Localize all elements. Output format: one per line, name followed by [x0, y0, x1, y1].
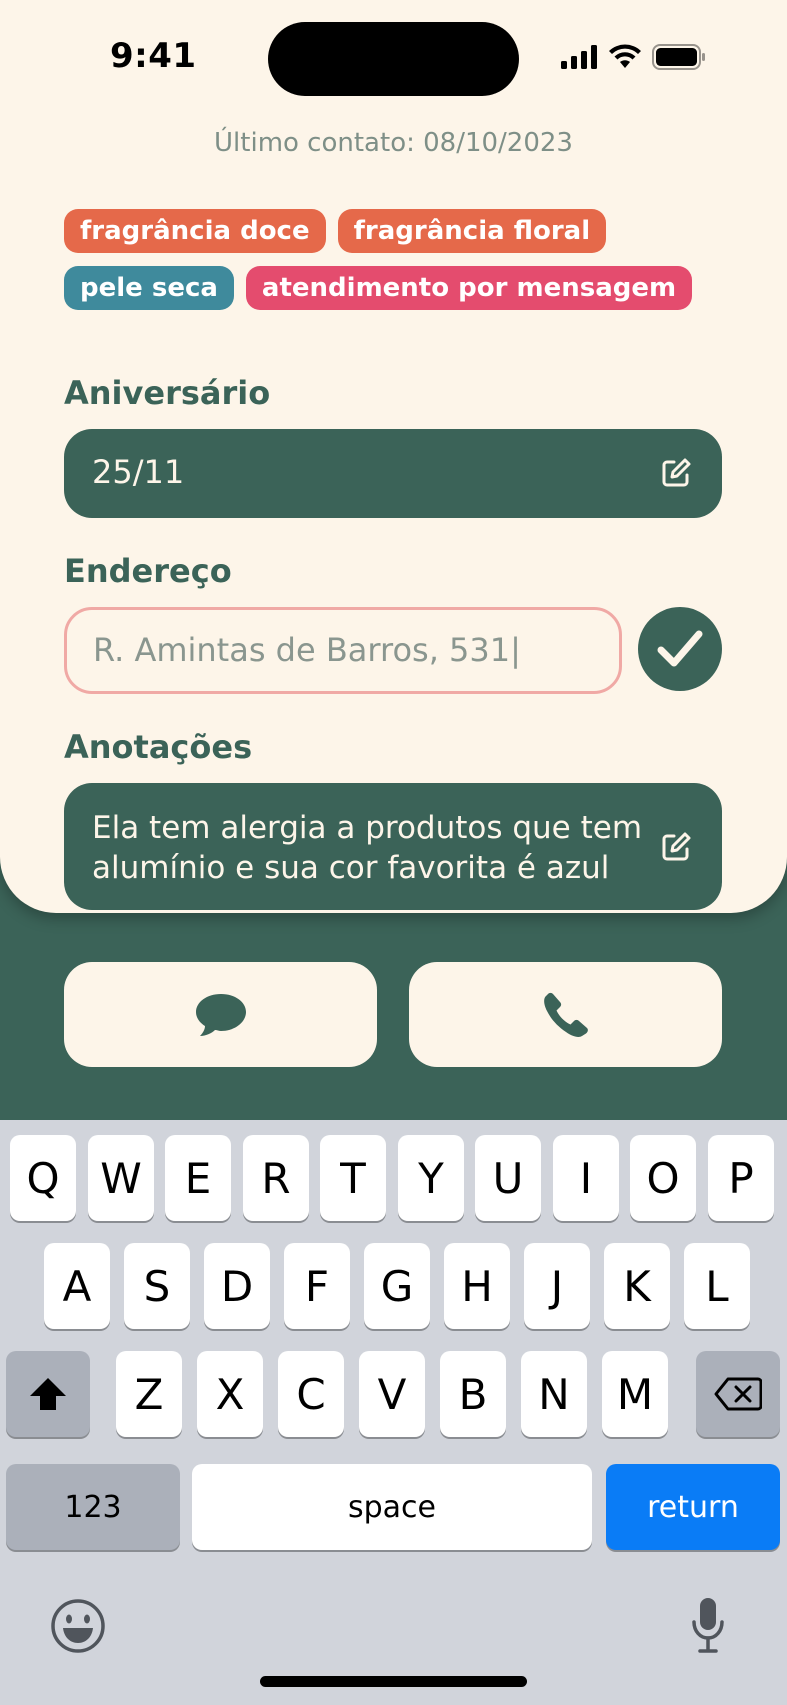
backspace-icon — [714, 1377, 762, 1411]
backspace-key[interactable] — [696, 1351, 780, 1437]
keyboard: Q W E R T Y U I O P A S D F G H J K L Z … — [0, 1120, 787, 1705]
key[interactable]: F — [284, 1243, 350, 1329]
key[interactable]: L — [684, 1243, 750, 1329]
key[interactable]: E — [165, 1135, 231, 1221]
key[interactable]: D — [204, 1243, 270, 1329]
key[interactable]: V — [359, 1351, 425, 1437]
key[interactable]: M — [602, 1351, 668, 1437]
battery-icon — [652, 44, 705, 70]
key[interactable]: G — [364, 1243, 430, 1329]
key[interactable]: H — [444, 1243, 510, 1329]
notes-value-line1: Ela tem alergia a produtos que tem — [92, 810, 643, 846]
key[interactable]: O — [630, 1135, 696, 1221]
status-time: 9:41 — [110, 36, 197, 76]
key[interactable]: J — [524, 1243, 590, 1329]
key[interactable]: A — [44, 1243, 110, 1329]
key[interactable]: Q — [10, 1135, 76, 1221]
tag-row: fragrância doce fragrância floral — [64, 209, 744, 253]
key[interactable]: I — [553, 1135, 619, 1221]
numbers-key[interactable]: 123 — [6, 1464, 180, 1550]
last-contact-date: Último contato: 08/10/2023 — [214, 128, 573, 158]
edit-icon[interactable] — [660, 831, 692, 863]
microphone-icon[interactable] — [690, 1596, 726, 1654]
confirm-address-button[interactable] — [638, 607, 722, 691]
key[interactable]: U — [475, 1135, 541, 1221]
contact-details-sheet: 9:41 Último contato: 08/10/2023 fragrânc… — [0, 0, 787, 913]
notes-value-line2: alumínio e sua cor favorita é azul — [92, 850, 610, 886]
checkmark-icon — [657, 630, 703, 667]
tag[interactable]: fragrância floral — [337, 209, 607, 253]
key[interactable]: P — [708, 1135, 774, 1221]
status-bar: 9:41 — [0, 0, 787, 110]
key[interactable]: Z — [116, 1351, 182, 1437]
key[interactable]: T — [320, 1135, 386, 1221]
key[interactable]: C — [278, 1351, 344, 1437]
key[interactable]: K — [604, 1243, 670, 1329]
address-input[interactable]: R. Amintas de Barros, 531| — [64, 607, 622, 694]
birthday-label: Aniversário — [64, 374, 271, 412]
dynamic-island — [268, 22, 519, 96]
space-key[interactable]: space — [192, 1464, 592, 1550]
cellular-signal-icon — [561, 45, 597, 69]
birthday-field[interactable]: 25/11 — [64, 429, 722, 518]
key[interactable]: X — [197, 1351, 263, 1437]
tag-list: fragrância doce fragrância floral pele s… — [64, 209, 744, 323]
key[interactable]: N — [521, 1351, 587, 1437]
tag[interactable]: pele seca — [64, 266, 234, 310]
key[interactable]: S — [124, 1243, 190, 1329]
key[interactable]: W — [88, 1135, 154, 1221]
key[interactable]: Y — [398, 1135, 464, 1221]
key[interactable]: R — [243, 1135, 309, 1221]
home-indicator — [260, 1676, 527, 1687]
wifi-icon — [609, 44, 641, 68]
address-label: Endereço — [64, 552, 232, 590]
notes-label: Anotações — [64, 728, 253, 766]
tag[interactable]: fragrância doce — [64, 209, 326, 253]
phone-icon — [543, 992, 588, 1037]
birthday-value: 25/11 — [92, 453, 185, 491]
chat-bubble-icon — [195, 993, 246, 1036]
tag-row: pele seca atendimento por mensagem — [64, 266, 744, 310]
notes-field[interactable]: Ela tem alergia a produtos que tem alumí… — [64, 783, 722, 910]
message-button[interactable] — [64, 962, 377, 1067]
key[interactable]: B — [440, 1351, 506, 1437]
tag[interactable]: atendimento por mensagem — [245, 266, 693, 310]
shift-key[interactable] — [6, 1351, 90, 1437]
return-key[interactable]: return — [606, 1464, 780, 1550]
emoji-icon[interactable] — [50, 1598, 106, 1654]
edit-icon[interactable] — [660, 457, 692, 489]
shift-arrow-icon — [30, 1378, 66, 1410]
call-button[interactable] — [409, 962, 722, 1067]
status-icons — [560, 42, 706, 72]
